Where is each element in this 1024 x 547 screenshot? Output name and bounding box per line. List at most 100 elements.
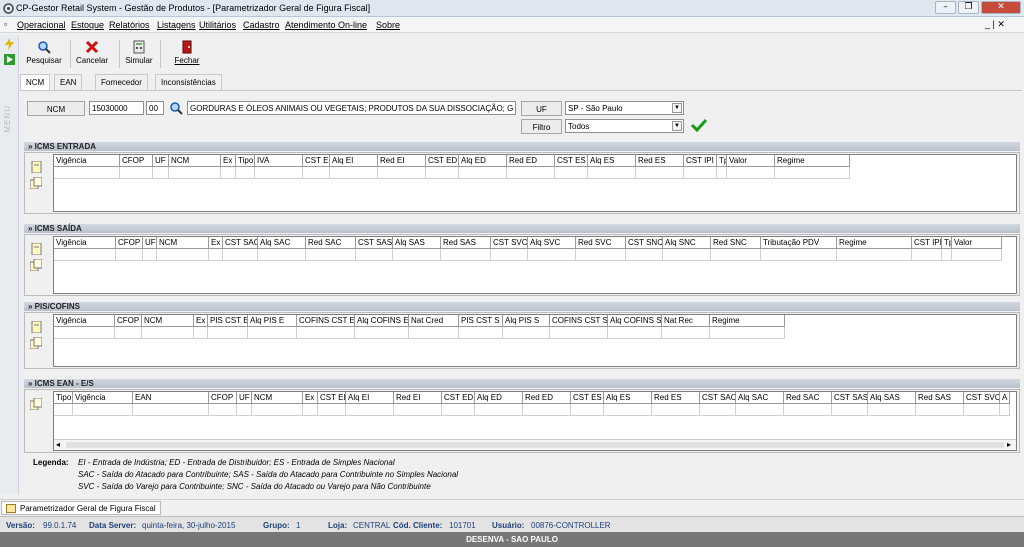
column-header[interactable]: CST ES: [571, 392, 604, 404]
column-header[interactable]: Tipo: [54, 392, 73, 404]
grid-cell[interactable]: [303, 404, 318, 416]
column-header[interactable]: CST ED: [442, 392, 475, 404]
grid-cell[interactable]: [394, 404, 442, 416]
column-header[interactable]: A: [1000, 392, 1010, 404]
grid-cell[interactable]: [221, 167, 236, 179]
grid-cell[interactable]: [684, 167, 717, 179]
close-button[interactable]: ✕: [981, 1, 1021, 14]
grid-cell[interactable]: [626, 249, 663, 261]
grid-cell[interactable]: [441, 249, 491, 261]
grid-cell[interactable]: [576, 249, 626, 261]
cancelar-button[interactable]: Cancelar: [75, 40, 109, 65]
grid-cell[interactable]: [832, 404, 868, 416]
grid-cell[interactable]: [775, 167, 850, 179]
column-header[interactable]: CFOP: [116, 237, 143, 249]
grid-cell[interactable]: [208, 327, 248, 339]
column-header[interactable]: CFOP: [115, 315, 142, 327]
copy-records-icon[interactable]: [30, 337, 42, 349]
grid-cell[interactable]: [209, 249, 223, 261]
green-arrow-icon[interactable]: [4, 54, 15, 65]
grid-cell[interactable]: [330, 167, 378, 179]
column-header[interactable]: Red ES: [652, 392, 700, 404]
column-header[interactable]: Ex: [303, 392, 318, 404]
grid-cell[interactable]: [120, 167, 153, 179]
column-header[interactable]: Red SAS: [916, 392, 964, 404]
column-header[interactable]: Vigência: [54, 237, 116, 249]
simular-button[interactable]: Simular: [124, 40, 154, 65]
column-header[interactable]: Alq ED: [459, 155, 507, 167]
column-header[interactable]: Regime: [775, 155, 850, 167]
column-header[interactable]: Valor: [952, 237, 1002, 249]
grid-cell[interactable]: [237, 404, 252, 416]
grid-cell[interactable]: [952, 249, 1002, 261]
lightning-icon[interactable]: [5, 38, 14, 50]
grid-cell[interactable]: [306, 249, 356, 261]
grid-cell[interactable]: [588, 167, 636, 179]
left-menu-strip[interactable]: MENU: [0, 35, 19, 495]
grid-cell[interactable]: [54, 249, 116, 261]
grid-cell[interactable]: [133, 404, 209, 416]
grid-cell[interactable]: [223, 249, 258, 261]
column-header[interactable]: PIS CST E: [208, 315, 248, 327]
grid-cell[interactable]: [318, 404, 346, 416]
grid-cell[interactable]: [355, 327, 409, 339]
grid-cell[interactable]: [608, 327, 662, 339]
column-header[interactable]: NCM: [169, 155, 221, 167]
column-header[interactable]: COFINS CST E: [297, 315, 355, 327]
grid-cell[interactable]: [503, 327, 550, 339]
horizontal-scrollbar[interactable]: ◂ ▸: [54, 439, 1016, 450]
column-header[interactable]: CST IPI: [684, 155, 717, 167]
grid-cell[interactable]: [73, 404, 133, 416]
column-header[interactable]: CFOP: [209, 392, 237, 404]
grid-cell[interactable]: [942, 249, 952, 261]
column-header[interactable]: Red SAC: [306, 237, 356, 249]
tab-ncm[interactable]: NCM: [20, 74, 51, 91]
column-header[interactable]: Vigência: [73, 392, 133, 404]
column-header[interactable]: EAN: [133, 392, 209, 404]
copy-records-icon[interactable]: [30, 177, 42, 189]
column-header[interactable]: Vigência: [54, 155, 120, 167]
tab-fornecedor[interactable]: Fornecedor: [95, 74, 148, 90]
column-header[interactable]: Nat Rec: [662, 315, 710, 327]
grid-cell[interactable]: [964, 404, 1000, 416]
confirm-check-icon[interactable]: [690, 118, 708, 132]
column-header[interactable]: Alq SAS: [868, 392, 916, 404]
column-header[interactable]: Alq EI: [330, 155, 378, 167]
grid-cell[interactable]: [54, 404, 73, 416]
grid-cell[interactable]: [116, 249, 143, 261]
grid-cell[interactable]: [700, 404, 736, 416]
column-header[interactable]: Red EI: [378, 155, 426, 167]
column-header[interactable]: Alq SAS: [393, 237, 441, 249]
grid-cell[interactable]: [54, 167, 120, 179]
grid-cell[interactable]: [248, 327, 297, 339]
column-header[interactable]: CST SAC: [223, 237, 258, 249]
column-header[interactable]: Red SAS: [441, 237, 491, 249]
ncm-ex-input[interactable]: 00: [146, 101, 164, 115]
column-header[interactable]: Ex: [209, 237, 223, 249]
grid-cell[interactable]: [550, 327, 608, 339]
grid-cell[interactable]: [258, 249, 306, 261]
column-header[interactable]: CST SAS: [832, 392, 868, 404]
column-header[interactable]: Alq SAC: [736, 392, 784, 404]
grid-cell[interactable]: [378, 167, 426, 179]
grid-cell[interactable]: [717, 167, 727, 179]
tab-ean[interactable]: EAN: [54, 74, 83, 90]
column-header[interactable]: Alq EI: [346, 392, 394, 404]
grid-cell[interactable]: [157, 249, 209, 261]
grid-cell[interactable]: [459, 327, 503, 339]
grid-cell[interactable]: [710, 327, 785, 339]
column-header[interactable]: CST EI: [318, 392, 346, 404]
add-record-icon[interactable]: [30, 321, 42, 333]
grid-cell[interactable]: [459, 167, 507, 179]
search-ncm-icon[interactable]: [168, 101, 184, 115]
column-header[interactable]: CST EI: [303, 155, 330, 167]
menu-sobre[interactable]: Sobre: [376, 20, 400, 30]
grid-icms-saida[interactable]: Vigência CFOP UF NCM Ex CST SAC Alq SAC Red SAC…: [53, 236, 1017, 294]
grid-cell[interactable]: [209, 404, 237, 416]
fechar-button[interactable]: Fechar: [172, 40, 202, 65]
grid-cell[interactable]: [784, 404, 832, 416]
column-header[interactable]: Tp: [942, 237, 952, 249]
grid-cell[interactable]: [169, 167, 221, 179]
scroll-left-icon[interactable]: ◂: [56, 440, 60, 449]
grid-cell[interactable]: [523, 404, 571, 416]
